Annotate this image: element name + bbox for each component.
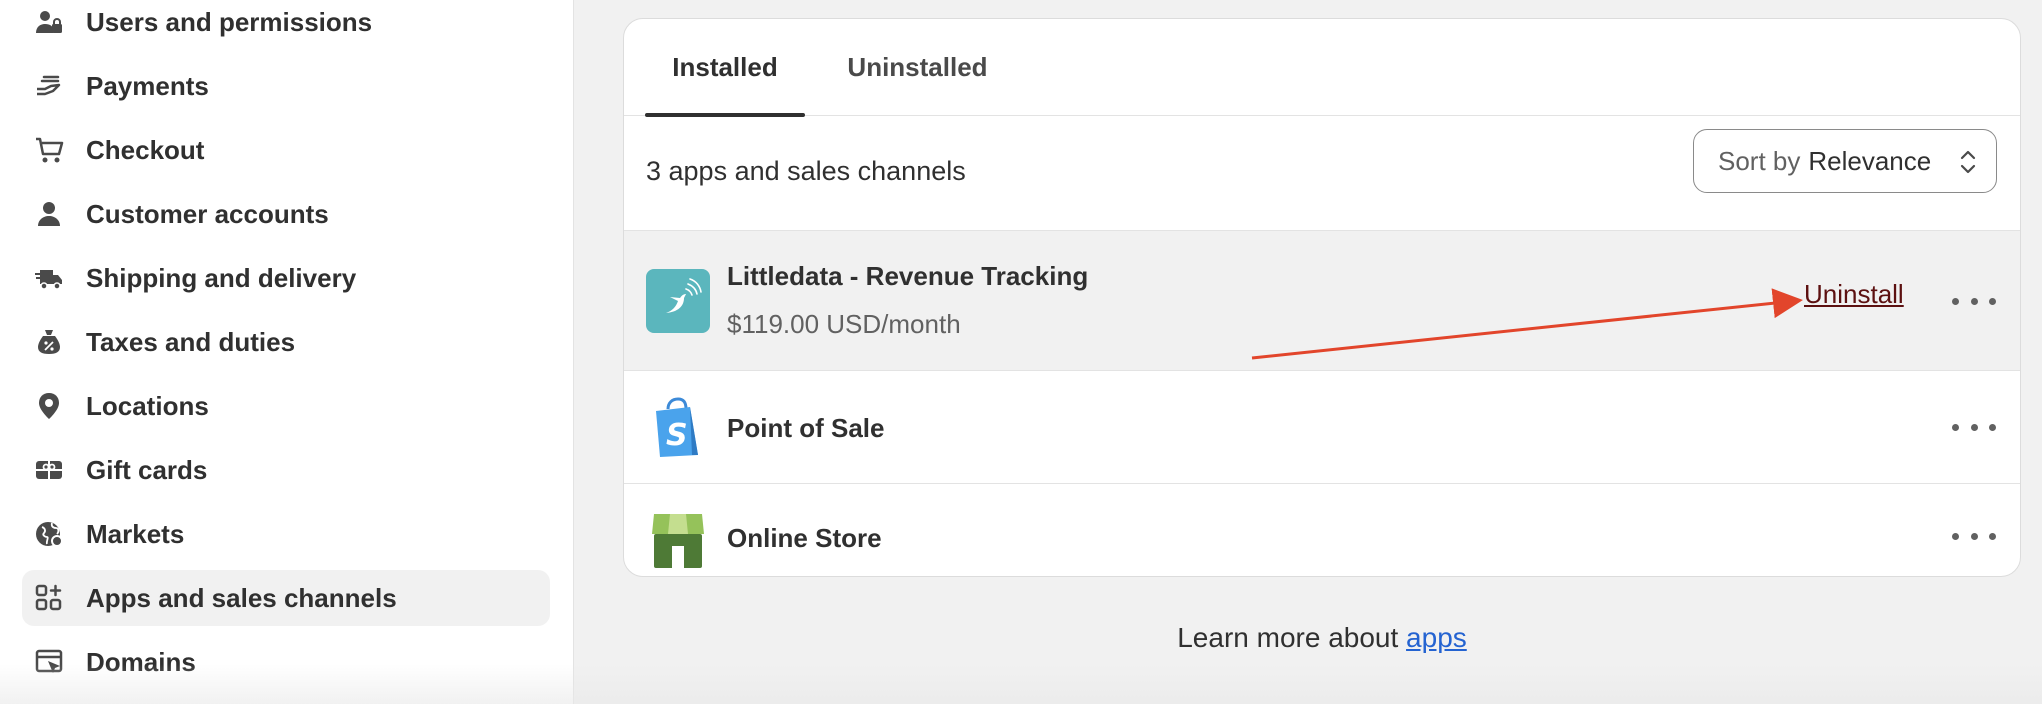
more-dot-icon bbox=[1970, 532, 1978, 540]
sidebar-item-markets[interactable]: Markets bbox=[22, 506, 550, 562]
apps-count-text: 3 apps and sales channels bbox=[646, 156, 966, 186]
sidebar-item-label: Gift cards bbox=[86, 454, 208, 485]
payment-hand-icon bbox=[32, 69, 66, 103]
sort-button[interactable]: Sort by Relevance bbox=[1693, 129, 1997, 193]
person-icon bbox=[32, 197, 66, 231]
sidebar-item-label: Users and permissions bbox=[86, 6, 373, 37]
sidebar-item-label: Checkout bbox=[86, 134, 205, 165]
sidebar-item-label: Markets bbox=[86, 518, 185, 549]
sidebar-item-label: Customer accounts bbox=[86, 198, 329, 229]
more-actions-button[interactable] bbox=[1952, 526, 1996, 546]
app-name[interactable]: Point of Sale bbox=[727, 413, 884, 444]
app-row-littledata[interactable]: Littledata - Revenue Tracking $119.00 US… bbox=[624, 231, 2020, 371]
sidebar-item-taxes-and-duties[interactable]: Taxes and duties bbox=[22, 314, 550, 370]
littledata-bird-icon bbox=[646, 269, 710, 333]
user-lock-icon bbox=[32, 5, 66, 39]
more-actions-button[interactable] bbox=[1952, 417, 1996, 437]
sidebar-item-shipping-and-delivery[interactable]: Shipping and delivery bbox=[22, 250, 550, 306]
more-dot-icon bbox=[1989, 423, 1996, 431]
sidebar-item-label: Domains bbox=[86, 646, 196, 677]
app-name[interactable]: Online Store bbox=[727, 523, 882, 554]
tax-bag-icon bbox=[32, 325, 66, 359]
uninstall-link[interactable]: Uninstall bbox=[1804, 279, 1904, 310]
apps-link[interactable]: apps bbox=[1406, 622, 1467, 653]
more-dot-icon bbox=[1989, 532, 1996, 540]
more-dot-icon bbox=[1952, 423, 1959, 431]
tab-installed[interactable]: Installed bbox=[645, 19, 805, 117]
more-dot-icon bbox=[1970, 297, 1978, 305]
online-store-icon bbox=[646, 508, 710, 572]
apps-summary-row: 3 apps and sales channels Sort by Releva… bbox=[624, 116, 2020, 231]
more-dot-icon bbox=[1952, 297, 1959, 305]
learn-more-label: Learn more about bbox=[1177, 622, 1407, 653]
sort-prefix: Sort by bbox=[1718, 145, 1801, 176]
cart-icon bbox=[32, 133, 66, 167]
apps-tabs: Installed Uninstalled bbox=[624, 19, 2020, 117]
sidebar-item-label: Taxes and duties bbox=[86, 326, 296, 357]
location-pin-icon bbox=[32, 389, 66, 423]
globe-icon bbox=[32, 517, 66, 551]
more-dot-icon bbox=[1952, 532, 1959, 540]
app-price: $119.00 USD/month bbox=[727, 309, 961, 339]
app-name[interactable]: Littledata - Revenue Tracking bbox=[727, 261, 1088, 292]
app-row-online-store[interactable]: Online Store bbox=[624, 484, 2020, 576]
learn-more-text: Learn more about apps bbox=[623, 622, 2021, 654]
sidebar-item-users-and-permissions[interactable]: Users and permissions bbox=[22, 0, 550, 50]
sidebar-item-payments[interactable]: Payments bbox=[22, 58, 550, 114]
domains-icon bbox=[32, 645, 66, 679]
sidebar-item-label: Apps and sales channels bbox=[86, 582, 397, 613]
shopify-bag-icon: S bbox=[646, 395, 710, 459]
sidebar-item-apps-and-sales-channels[interactable]: Apps and sales channels bbox=[22, 570, 550, 626]
settings-sidebar: Users and permissions Payments Checkout … bbox=[0, 0, 574, 704]
sidebar-item-customer-accounts[interactable]: Customer accounts bbox=[22, 186, 550, 242]
more-dot-icon bbox=[1970, 423, 1978, 431]
sidebar-item-domains[interactable]: Domains bbox=[22, 634, 550, 690]
sidebar-item-label: Payments bbox=[86, 70, 209, 101]
tab-uninstalled[interactable]: Uninstalled bbox=[825, 19, 1010, 116]
svg-text:S: S bbox=[666, 418, 688, 453]
app-row-point-of-sale[interactable]: S Point of Sale bbox=[624, 371, 2020, 484]
sidebar-item-gift-cards[interactable]: Gift cards bbox=[22, 442, 550, 498]
more-actions-button[interactable] bbox=[1952, 291, 1996, 311]
more-dot-icon bbox=[1989, 297, 1996, 305]
chevron-up-down-icon bbox=[1960, 150, 1976, 174]
apps-card: Installed Uninstalled 3 apps and sales c… bbox=[623, 18, 2021, 577]
sort-value: Relevance bbox=[1808, 145, 1932, 176]
sidebar-item-label: Shipping and delivery bbox=[86, 262, 357, 293]
gift-card-icon bbox=[32, 453, 66, 487]
sidebar-item-checkout[interactable]: Checkout bbox=[22, 122, 550, 178]
apps-grid-icon bbox=[32, 581, 66, 615]
sidebar-item-label: Locations bbox=[86, 390, 209, 421]
truck-icon bbox=[32, 261, 66, 295]
sidebar-item-locations[interactable]: Locations bbox=[22, 378, 550, 434]
